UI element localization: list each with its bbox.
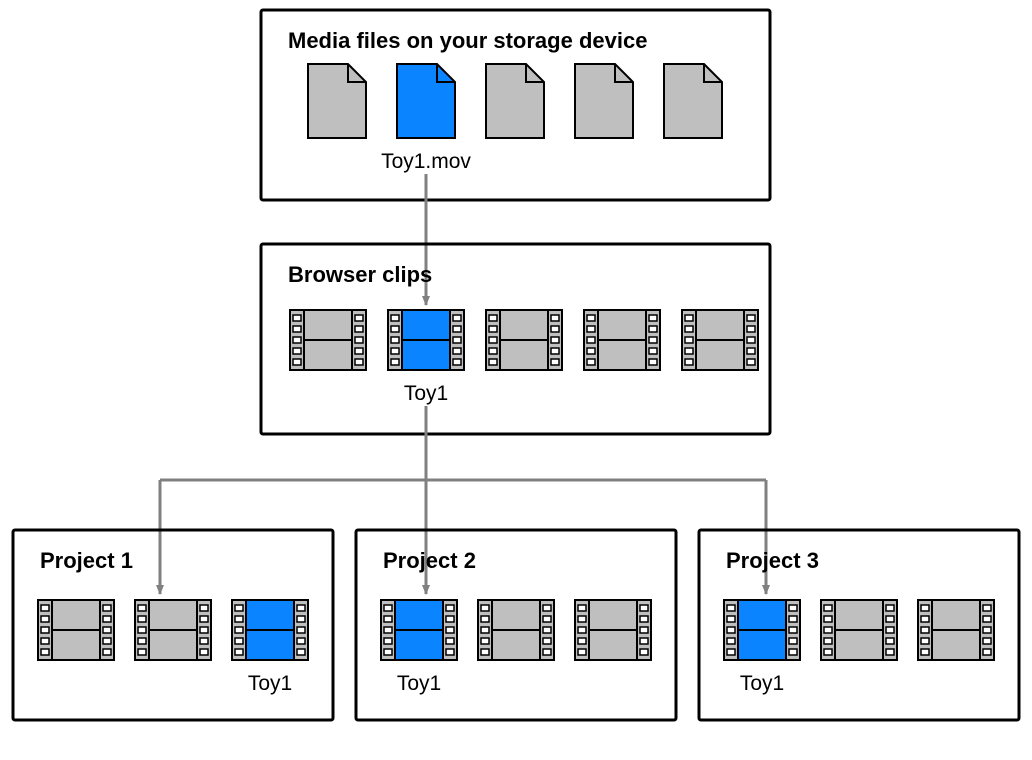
- storage-title: Media files on your storage device: [288, 28, 647, 53]
- file-icon: [308, 64, 366, 138]
- project-3-title: Project 3: [726, 548, 819, 573]
- project-2-clip-label: Toy1: [397, 672, 441, 695]
- clip-icon-highlighted: [381, 600, 457, 660]
- project-3-clip-label: Toy1: [740, 672, 784, 695]
- project-2-title: Project 2: [383, 548, 476, 573]
- clip-icon: [38, 600, 114, 660]
- project-3-box: Project 3 Toy1: [699, 530, 1019, 720]
- media-relationship-diagram: Media files on your storage device Toy1.…: [0, 0, 1032, 760]
- project-1-box: Project 1 Toy1: [13, 530, 333, 720]
- clip-icon: [575, 600, 651, 660]
- clip-icon: [290, 310, 366, 370]
- clip-icon: [821, 600, 897, 660]
- clip-icon-highlighted: [724, 600, 800, 660]
- clip-icon-highlighted: [388, 310, 464, 370]
- clip-icon: [135, 600, 211, 660]
- clip-label: Toy1: [404, 382, 448, 405]
- clip-icon-highlighted: [232, 600, 308, 660]
- file-icon: [664, 64, 722, 138]
- project-2-box: Project 2 Toy1: [356, 530, 676, 720]
- browser-title: Browser clips: [288, 262, 432, 287]
- file-icon: [575, 64, 633, 138]
- project-1-clip-label: Toy1: [248, 672, 292, 695]
- clip-icon: [918, 600, 994, 660]
- storage-box: Media files on your storage device Toy1.…: [261, 10, 770, 200]
- clip-icon: [486, 310, 562, 370]
- clip-icon: [478, 600, 554, 660]
- file-label: Toy1.mov: [381, 150, 471, 173]
- file-icon-highlighted: [397, 64, 455, 138]
- clip-icon: [584, 310, 660, 370]
- file-icon: [486, 64, 544, 138]
- clip-icon: [682, 310, 758, 370]
- browser-box: Browser clips Toy1: [261, 244, 770, 434]
- project-1-title: Project 1: [40, 548, 133, 573]
